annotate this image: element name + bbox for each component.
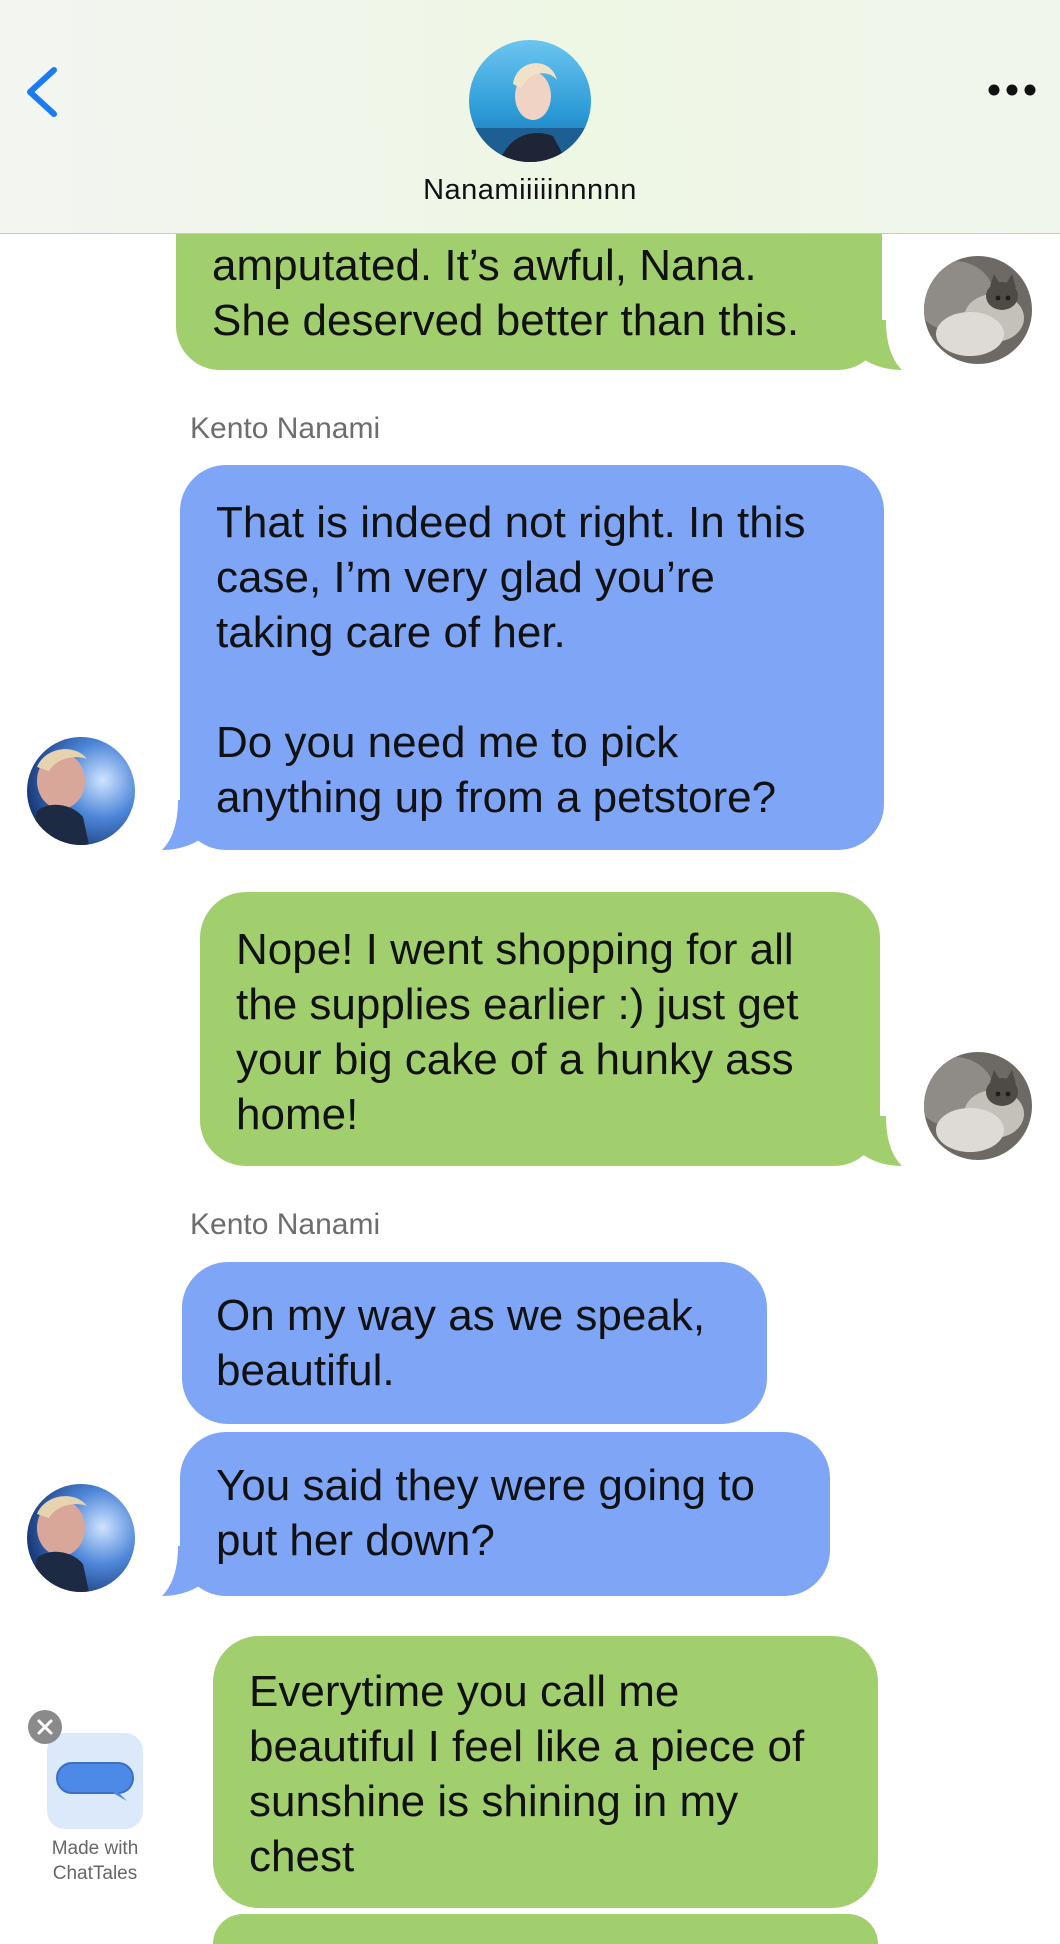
back-button[interactable] (18, 62, 68, 122)
chat-app-icon (47, 1733, 143, 1829)
more-button[interactable] (982, 70, 1042, 110)
user-avatar (924, 1052, 1032, 1160)
message-bubble-sent: amputated. It’s awful, Nana. She deserve… (176, 210, 882, 370)
contact-avatar (27, 1484, 135, 1592)
close-icon[interactable] (28, 1710, 62, 1744)
chat-header: Nanamiiiiinnnnn (0, 0, 1060, 234)
ellipsis-icon (988, 84, 1036, 96)
message-bubble-received: You said they were going to put her down… (180, 1432, 830, 1596)
chevron-left-icon (27, 67, 57, 117)
bubble-tail (162, 1546, 202, 1596)
message-bubble-sent-next (213, 1914, 878, 1944)
bubble-tail (162, 800, 202, 850)
message-bubble-received: On my way as we speak, beautiful. (182, 1262, 767, 1424)
message-bubble-sent: Nope! I went shopping for all the suppli… (200, 892, 880, 1166)
message-bubble-sent: Everytime you call me beautiful I feel l… (213, 1636, 878, 1908)
sender-name: Kento Nanami (190, 412, 381, 445)
chattales-badge[interactable]: Made with ChatTales (20, 1710, 170, 1890)
contact-name[interactable]: Nanamiiiiinnnnn (330, 174, 730, 207)
contact-avatar (27, 737, 135, 845)
bubble-tail (862, 1116, 902, 1166)
promo-text: Made with ChatTales (51, 1838, 139, 1884)
message-bubble-received: That is indeed not right. In this case, … (180, 465, 884, 850)
contact-avatar-header[interactable] (469, 40, 591, 162)
bubble-tail (862, 320, 902, 370)
user-avatar (924, 256, 1032, 364)
sender-name: Kento Nanami (190, 1208, 381, 1241)
